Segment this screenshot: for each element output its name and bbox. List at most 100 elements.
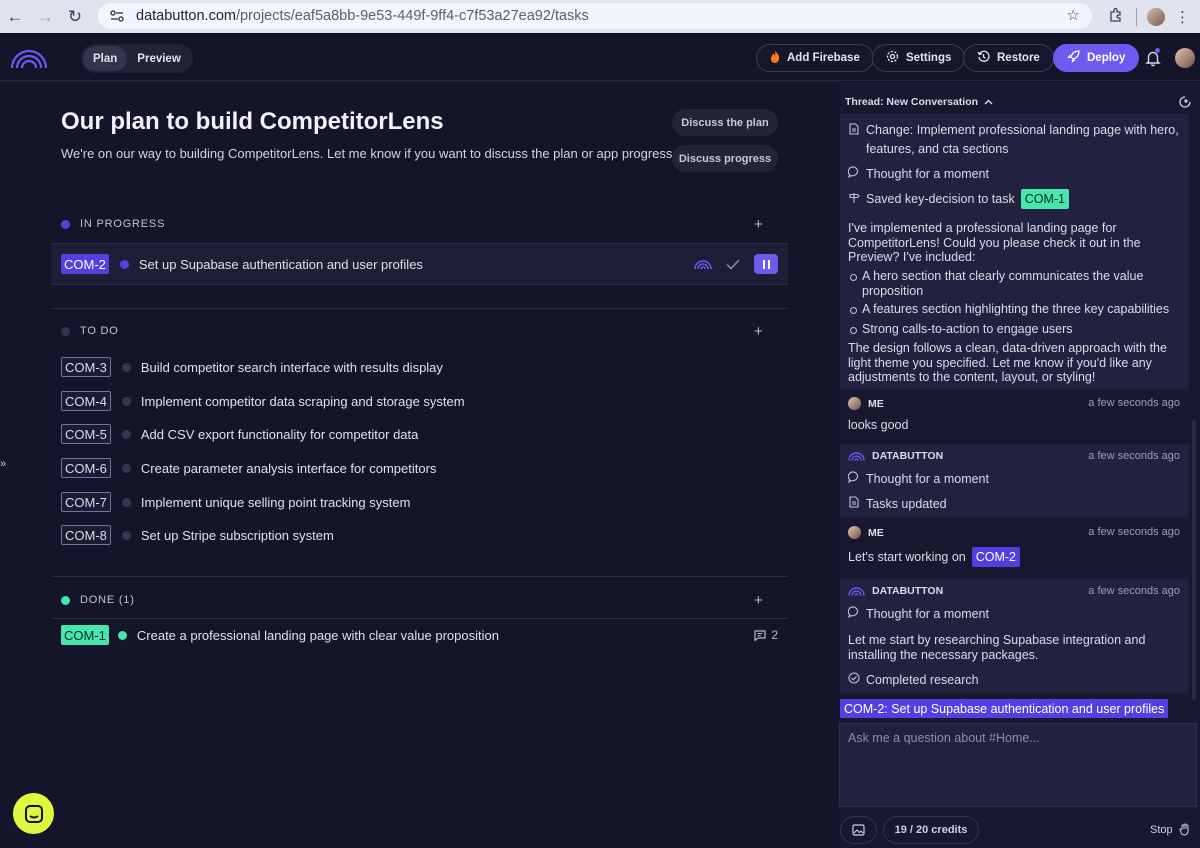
history-icon — [977, 50, 990, 66]
chat-support-icon — [24, 804, 43, 823]
restore-button[interactable]: Restore — [963, 44, 1054, 72]
status-dot — [119, 259, 129, 269]
task-row[interactable]: COM-7 Implement unique selling point tra… — [51, 485, 788, 519]
section-header-todo: TO DO — [61, 325, 119, 337]
view-toggle: Plan Preview — [81, 44, 193, 73]
thread-title: Thread: New Conversation — [845, 96, 979, 108]
back-arrow-icon[interactable]: ← — [0, 2, 30, 32]
task-row[interactable]: COM-8 Set up Stripe subscription system — [51, 518, 788, 552]
tasks-updated-line: Tasks updated — [848, 496, 947, 511]
tasks-updated-text: Tasks updated — [866, 496, 947, 511]
section-header-done: DONE (1) — [61, 594, 135, 606]
new-thread-icon[interactable] — [1178, 95, 1192, 112]
task-title: Set up Supabase authentication and user … — [138, 256, 423, 272]
speech-bubble-icon — [847, 166, 860, 181]
chat-scrollbar[interactable] — [1192, 420, 1196, 700]
task-row[interactable]: COM-5 Add CSV export functionality for c… — [51, 417, 788, 451]
thread-selector[interactable]: Thread: New Conversation — [845, 96, 993, 108]
assistant-text: Let me start by researching Supabase int… — [848, 633, 1146, 662]
settings-label: Settings — [906, 52, 952, 64]
completed-research-line: Completed research — [848, 672, 979, 687]
check-icon[interactable] — [726, 258, 740, 270]
status-dot — [121, 362, 131, 372]
discuss-plan-button[interactable]: Discuss the plan — [672, 109, 778, 136]
pause-button[interactable] — [754, 254, 778, 274]
settings-button[interactable]: Settings — [872, 44, 966, 72]
page-subtitle: We're on our way to building CompetitorL… — [61, 146, 677, 161]
task-tag-link[interactable]: COM-1 — [1020, 189, 1069, 209]
task-tag-link[interactable]: COM-2 — [971, 547, 1020, 567]
user-message: looks good — [848, 418, 908, 432]
address-bar[interactable]: databutton.com/projects/eaf5a8bb-9e53-44… — [98, 3, 1092, 29]
status-dot — [121, 530, 131, 540]
app-header: Plan Preview Add Firebase Settings Resto… — [0, 33, 1200, 81]
message-sender: ME — [848, 526, 884, 539]
done-dot — [61, 595, 70, 605]
tab-preview[interactable]: Preview — [127, 46, 190, 71]
add-task-in-progress-icon[interactable]: + — [754, 216, 763, 233]
add-task-done-icon[interactable]: + — [754, 592, 763, 609]
timestamp: a few seconds ago — [1088, 585, 1180, 597]
rocket-icon — [1067, 50, 1080, 66]
support-chat-button[interactable] — [13, 793, 54, 834]
change-text: Change: Implement professional landing p… — [866, 123, 1179, 156]
attach-image-button[interactable] — [840, 816, 877, 844]
task-id-tag: COM-5 — [61, 424, 111, 444]
discuss-progress-button[interactable]: Discuss progress — [672, 145, 778, 172]
add-task-todo-icon[interactable]: + — [754, 323, 763, 340]
comment-count[interactable]: 2 — [754, 628, 778, 642]
reload-icon[interactable]: ↻ — [60, 2, 90, 32]
task-row[interactable]: COM-6 Create parameter analysis interfac… — [51, 451, 788, 485]
browser-menu-icon[interactable]: ⋮ — [1175, 8, 1190, 26]
stop-button[interactable]: Stop — [1150, 823, 1191, 836]
task-title: Implement unique selling point tracking … — [140, 494, 411, 510]
add-firebase-button[interactable]: Add Firebase — [756, 44, 874, 72]
change-line: Change: Implement professional landing p… — [848, 121, 1186, 159]
forward-arrow-icon[interactable]: → — [30, 2, 60, 32]
browser-profile-avatar[interactable] — [1147, 7, 1165, 26]
document-icon — [848, 123, 860, 138]
status-dot — [121, 497, 131, 507]
list-item: A features section highlighting the thre… — [850, 302, 1182, 317]
assistant-text: The design follows a clean, data-driven … — [848, 341, 1167, 384]
site-settings-icon[interactable] — [108, 9, 126, 23]
assistant-text: I've implemented a professional landing … — [848, 221, 1141, 264]
stop-label: Stop — [1150, 823, 1173, 836]
saved-decision-text: Saved key-decision to task — [866, 192, 1015, 206]
task-row[interactable]: COM-3 Build competitor search interface … — [51, 350, 788, 384]
thought-line: Thought for a moment — [847, 606, 989, 621]
expand-sidebar-icon[interactable]: » — [0, 458, 6, 470]
task-row[interactable]: COM-4 Implement competitor data scraping… — [51, 384, 788, 418]
message-sender: ME — [848, 397, 884, 410]
list-item: Strong calls-to-action to engage users — [850, 322, 1182, 337]
section-label: DONE (1) — [80, 594, 135, 606]
task-id-tag: COM-1 — [61, 625, 109, 645]
url-path: /projects/eaf5a8bb-9e53-449f-9ff4-c7f53a… — [235, 8, 589, 24]
user-avatar[interactable] — [1175, 48, 1195, 68]
bell-icon[interactable] — [1144, 49, 1162, 67]
image-icon — [852, 824, 865, 836]
sender-name: ME — [868, 397, 884, 410]
active-task-banner[interactable]: COM-2: Set up Supabase authentication an… — [840, 699, 1169, 718]
page-title: Our plan to build CompetitorLens — [61, 108, 444, 135]
sender-name: DATABUTTON — [872, 450, 944, 462]
completed-research-text: Completed research — [866, 672, 979, 687]
extensions-icon[interactable] — [1106, 7, 1126, 26]
deploy-button[interactable]: Deploy — [1053, 44, 1140, 72]
databutton-logo[interactable] — [10, 47, 48, 69]
message-sender: DATABUTTON — [848, 585, 943, 597]
credits-counter: 19 / 20 credits — [883, 816, 979, 844]
task-row[interactable]: COM-2 Set up Supabase authentication and… — [51, 243, 788, 285]
task-title: Create parameter analysis interface for … — [140, 460, 437, 476]
task-id-tag: COM-8 — [61, 525, 111, 545]
section-header-in-progress: IN PROGRESS — [61, 218, 165, 230]
chat-input[interactable]: Ask me a question about #Home... — [839, 723, 1197, 807]
check-circle-icon — [848, 672, 860, 687]
bookmark-star-icon[interactable]: ☆ — [1067, 6, 1080, 24]
task-row[interactable]: COM-1 Create a professional landing page… — [51, 618, 788, 652]
signpost-icon — [848, 192, 860, 207]
tab-plan[interactable]: Plan — [83, 46, 128, 71]
url-domain: databutton.com — [136, 8, 236, 24]
timestamp: a few seconds ago — [1088, 397, 1180, 409]
gear-icon — [886, 50, 899, 66]
